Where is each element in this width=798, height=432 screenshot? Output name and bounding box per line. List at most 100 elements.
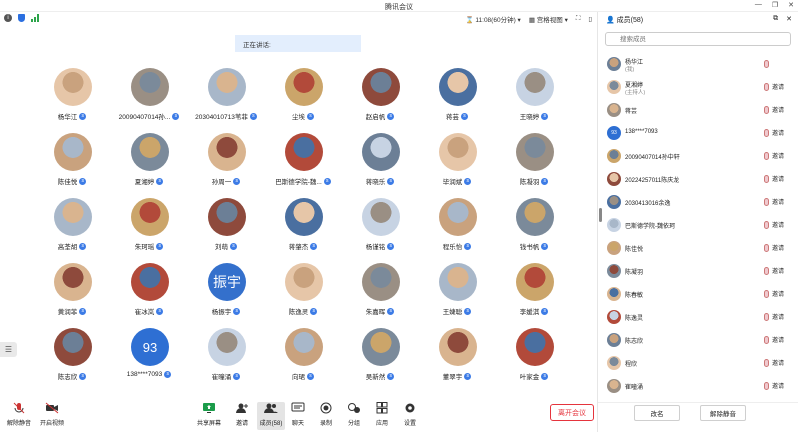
participant-tile[interactable]: 毕润斌 s	[420, 133, 494, 195]
member-row[interactable]: 崔曈涌 邀请	[598, 376, 798, 396]
member-row[interactable]: 杨华江 (我)	[598, 54, 798, 74]
member-action-button[interactable]: 邀请	[772, 243, 784, 252]
participant-tile[interactable]: 巴斯德学院-魏... s	[266, 133, 340, 195]
avatar	[362, 68, 400, 106]
participant-tile[interactable]: 尘埃 s	[266, 68, 340, 130]
close-panel-icon[interactable]: ✕	[786, 15, 792, 23]
participant-tile[interactable]: 王婕聪 s	[420, 263, 494, 325]
participant-tile[interactable]: 93 138****7093 s	[112, 328, 186, 390]
member-action-button[interactable]: 邀请	[772, 105, 784, 114]
members-button[interactable]: 成员(58)	[257, 402, 285, 430]
member-action-button[interactable]: 邀请	[772, 381, 784, 390]
participant-tile[interactable]: 钱书帆 s	[497, 198, 571, 260]
member-row[interactable]: 20224257011陈庆龙 邀请	[598, 169, 798, 189]
avatar	[54, 68, 92, 106]
mic-muted-icon	[764, 313, 769, 321]
chat-button[interactable]: 聊天	[286, 402, 310, 430]
fullscreen-icon[interactable]: ⛶	[576, 15, 581, 23]
participant-tile[interactable]: 向珺 s	[266, 328, 340, 390]
member-action-button[interactable]: 邀请	[772, 197, 784, 206]
participant-tile[interactable]: 崔冰岚 s	[112, 263, 186, 325]
unmute-all-button[interactable]: 解除静音	[700, 405, 746, 421]
invite-button[interactable]: 邀请	[229, 402, 255, 430]
member-action-button[interactable]: 邀请	[772, 151, 784, 160]
member-row[interactable]: 陈凝羽 邀请	[598, 261, 798, 281]
start-video-button[interactable]: 开启视频	[36, 402, 68, 430]
shield-icon[interactable]	[18, 14, 25, 22]
side-list-icon[interactable]: ☰	[0, 342, 17, 357]
member-row[interactable]: 2030413016余逸 邀请	[598, 192, 798, 212]
info-icon[interactable]: i	[4, 14, 12, 22]
member-action-button[interactable]: 邀请	[772, 358, 784, 367]
participant-tile[interactable]: 刘萌 s	[189, 198, 263, 260]
settings-button[interactable]: 设置	[398, 402, 422, 430]
member-search-input[interactable]	[605, 32, 791, 46]
participant-tile[interactable]: 20304010713苇菲 s	[189, 68, 263, 130]
member-row[interactable]: 巴斯德学院-魏依珂 邀请	[598, 215, 798, 235]
breakout-button[interactable]: 分组	[342, 402, 366, 430]
leave-meeting-button[interactable]: 离开会议	[550, 404, 594, 421]
participant-tile[interactable]: 陈凝羽 s	[497, 133, 571, 195]
mic-status-icon: s	[79, 307, 87, 315]
member-row[interactable]: 陈佳悦 邀请	[598, 238, 798, 258]
participant-tile[interactable]: 陈逸灵 s	[266, 263, 340, 325]
record-button[interactable]: 录制	[314, 402, 338, 430]
participant-tile[interactable]: 陈佳悦 s	[35, 133, 109, 195]
participant-tile[interactable]: 振宇 杨振宇 s	[189, 263, 263, 325]
member-row[interactable]: 20090407014孙中轩 邀请	[598, 146, 798, 166]
participant-tile[interactable]: 孙周一 s	[189, 133, 263, 195]
member-action-button[interactable]: 邀请	[772, 312, 784, 321]
participant-tile[interactable]: 蒋肇杰 s	[266, 198, 340, 260]
mic-status-icon: s	[387, 307, 395, 315]
participant-tile[interactable]: 陈志欣 s	[35, 328, 109, 390]
participant-tile[interactable]: 崔曈涌 s	[189, 328, 263, 390]
participant-tile[interactable]: 朱嘉晖 s	[343, 263, 417, 325]
minimize-icon[interactable]: —	[755, 1, 762, 9]
participant-tile[interactable]: 黄润菲 s	[35, 263, 109, 325]
participant-tile[interactable]: 赵启帆 s	[343, 68, 417, 130]
participant-tile[interactable]: 高荃胡 s	[35, 198, 109, 260]
participant-tile[interactable]: 蒋芸 s	[420, 68, 494, 130]
rename-button[interactable]: 改名	[634, 405, 680, 421]
member-action-button[interactable]: 邀请	[772, 174, 784, 183]
popout-icon[interactable]: ⧉	[773, 15, 778, 23]
participant-tile[interactable]: 蒋晓乐 s	[343, 133, 417, 195]
participant-tile[interactable]: 夏湘婷 s	[112, 133, 186, 195]
participant-tile[interactable]: 叶家金 s	[497, 328, 571, 390]
participant-tile[interactable]: 杨华江 s	[35, 68, 109, 130]
member-row[interactable]: 夏湘婷 (主持人) 邀请	[598, 77, 798, 97]
unmute-button[interactable]: 解除静音	[2, 402, 36, 430]
participant-tile[interactable]: 吴新然 s	[343, 328, 417, 390]
avatar	[285, 328, 323, 366]
timer[interactable]: ⌛ 11:08(60分钟) ▾	[465, 14, 520, 24]
signal-icon[interactable]	[31, 14, 39, 22]
member-row[interactable]: 陈春敏 邀请	[598, 284, 798, 304]
member-action-button[interactable]: 邀请	[772, 220, 784, 229]
record-icon	[320, 402, 332, 414]
member-action-button[interactable]: 邀请	[772, 266, 784, 275]
member-row[interactable]: 陈志欣 邀请	[598, 330, 798, 350]
panel-scrollbar[interactable]	[599, 208, 602, 222]
member-row[interactable]: 陈逸灵 邀请	[598, 307, 798, 327]
member-row[interactable]: 蒋芸 邀请	[598, 100, 798, 120]
participant-tile[interactable]: 程乐怡 s	[420, 198, 494, 260]
participant-tile[interactable]: 朱珂瑶 s	[112, 198, 186, 260]
close-icon[interactable]: ✕	[788, 1, 794, 9]
member-action-button[interactable]: 邀请	[772, 335, 784, 344]
view-switcher[interactable]: ▦ 宫格视图 ▾	[529, 14, 568, 24]
restore-icon[interactable]: ❐	[772, 1, 778, 9]
member-action-button[interactable]: 邀请	[772, 128, 784, 137]
member-name: 陈春敏	[625, 293, 644, 299]
participant-tile[interactable]: 李媛淇 s	[497, 263, 571, 325]
participant-tile[interactable]: 杨谨铭 s	[343, 198, 417, 260]
member-row[interactable]: 93 138****7093 邀请	[598, 123, 798, 143]
member-row[interactable]: 程欣 邀请	[598, 353, 798, 373]
participant-tile[interactable]: 王晓婷 s	[497, 68, 571, 130]
member-action-button[interactable]: 邀请	[772, 289, 784, 298]
participant-tile[interactable]: 董翠宇 s	[420, 328, 494, 390]
member-action-button[interactable]: 邀请	[772, 82, 784, 91]
sidebar-toggle-icon[interactable]: ▯	[588, 15, 592, 23]
apps-button[interactable]: 应用	[370, 402, 394, 430]
share-screen-button[interactable]: 共享屏幕	[195, 402, 223, 430]
participant-tile[interactable]: 20090407014孙... s	[112, 68, 186, 130]
